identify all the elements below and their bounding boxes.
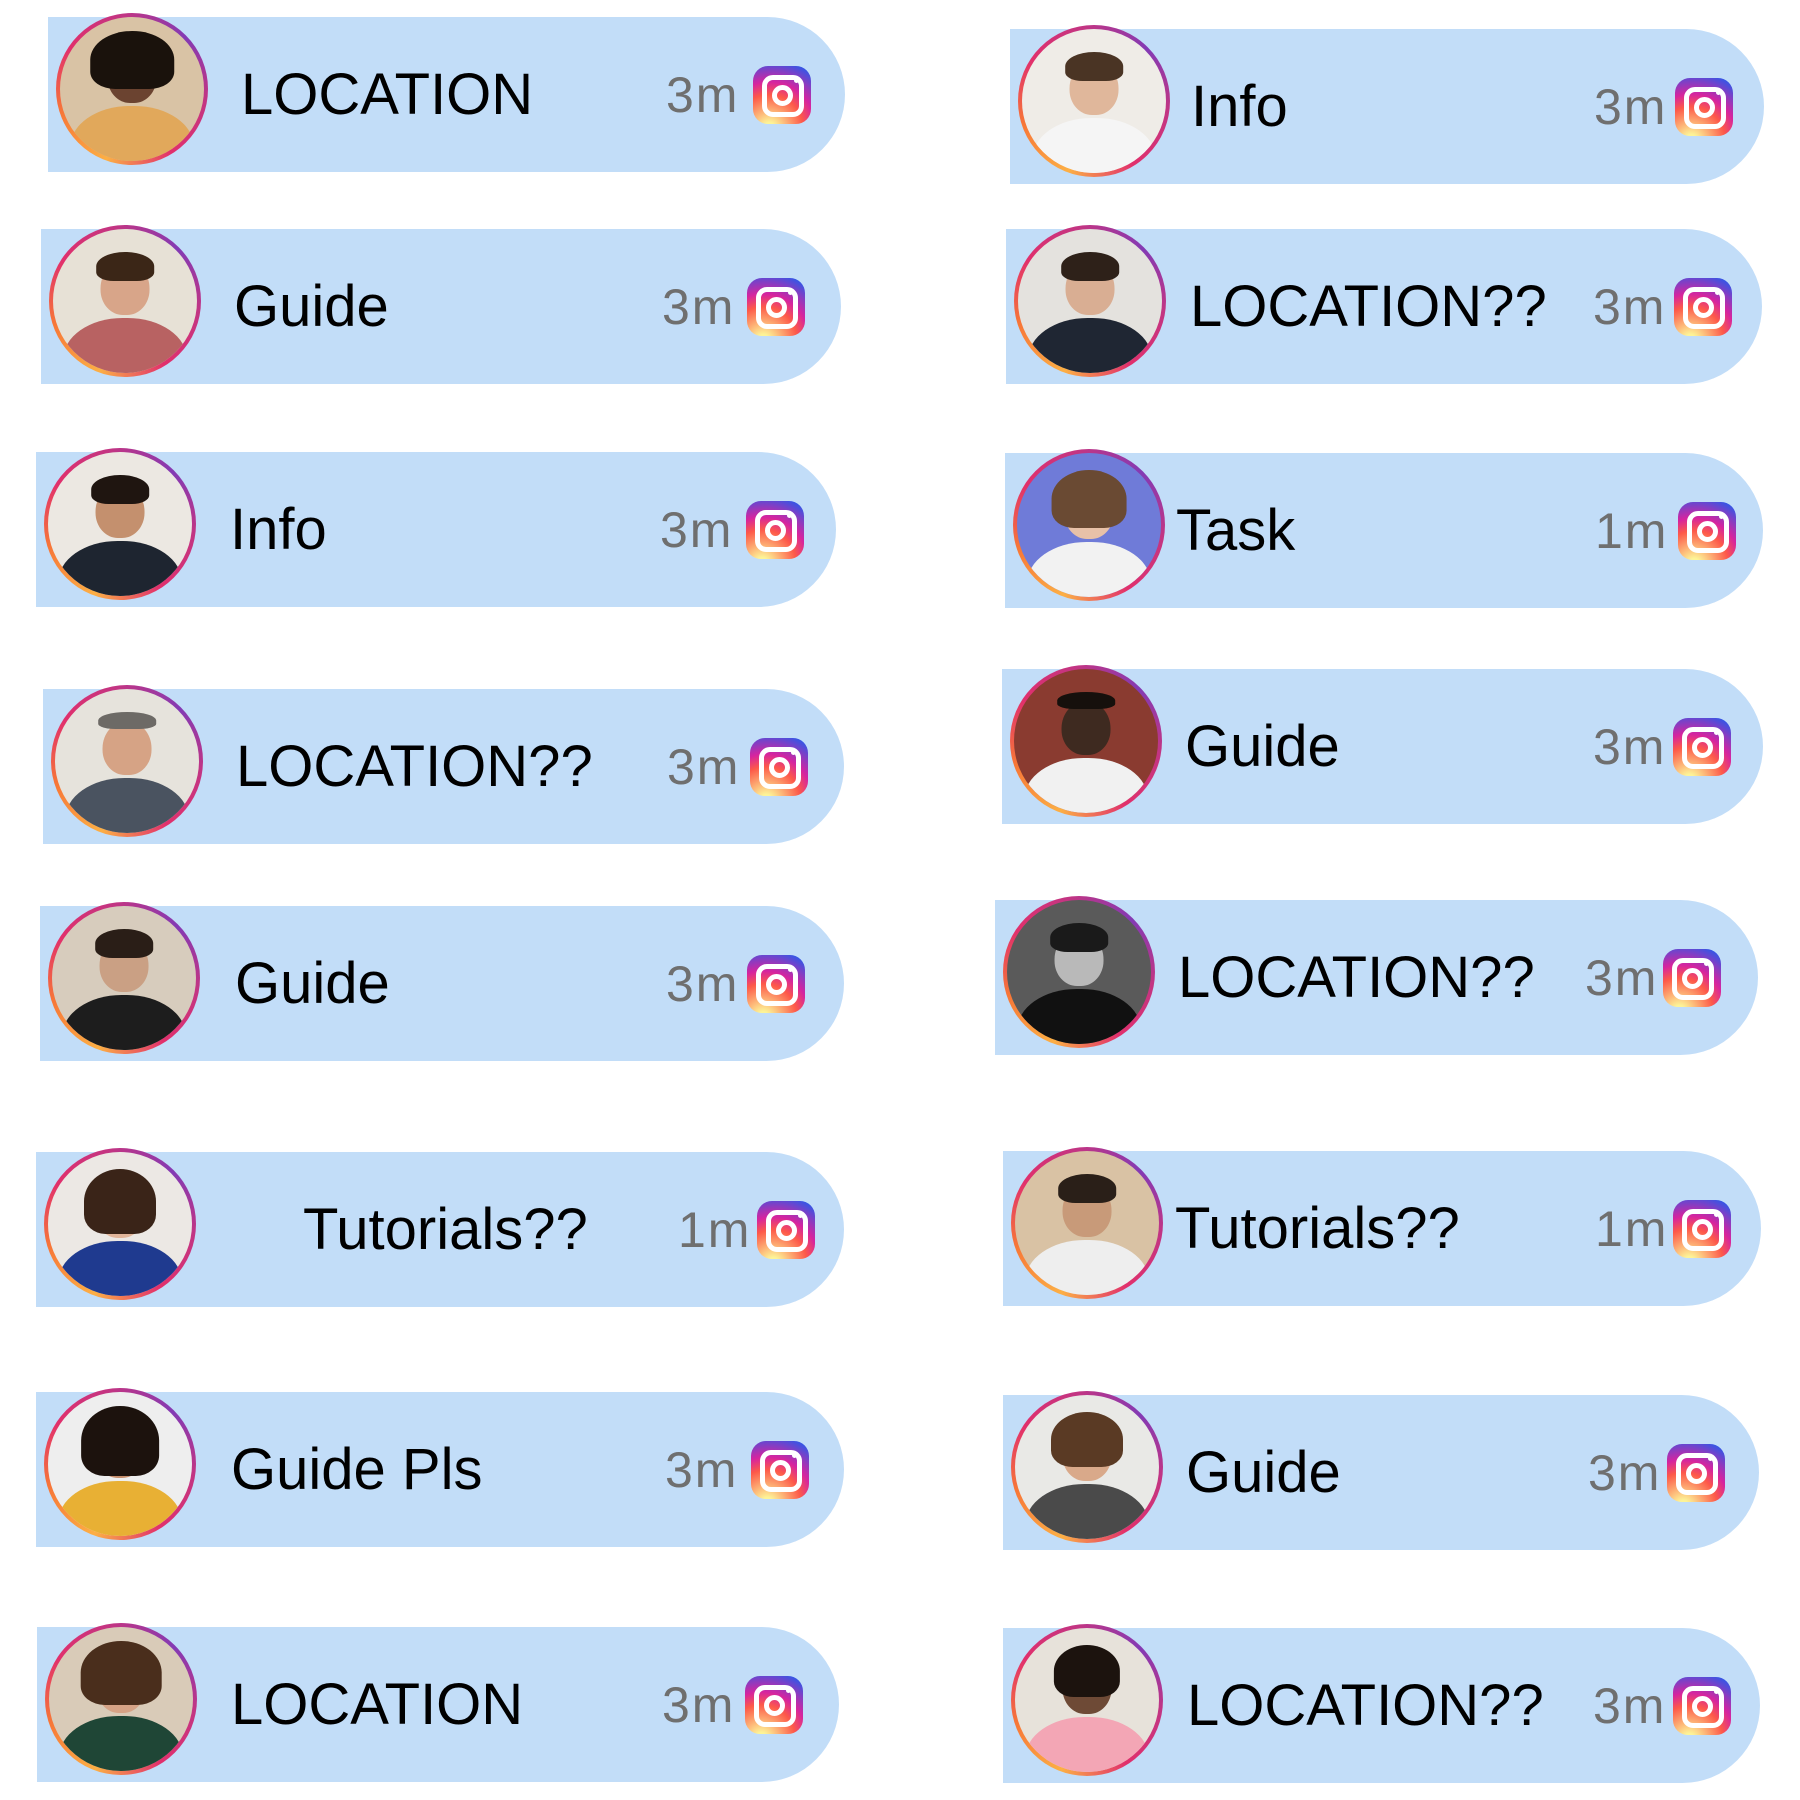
notification-item[interactable]: LOCATION?? 3m xyxy=(1003,1624,1760,1783)
avatar xyxy=(1013,449,1165,601)
notification-message: Info xyxy=(1191,73,1288,139)
notification-message: Guide xyxy=(1185,713,1340,779)
avatar xyxy=(1014,225,1166,377)
notification-message: LOCATION?? xyxy=(1178,944,1535,1010)
instagram-icon xyxy=(753,65,811,124)
notification-message: Guide xyxy=(1186,1439,1341,1505)
notification-message: LOCATION xyxy=(231,1671,524,1737)
avatar xyxy=(44,1148,196,1300)
instagram-icon xyxy=(1663,948,1721,1007)
notification-message: LOCATION?? xyxy=(236,733,593,799)
instagram-icon xyxy=(745,1675,803,1734)
avatar xyxy=(1010,665,1162,817)
notification-time: 3m xyxy=(662,1676,736,1733)
avatar xyxy=(1011,1391,1163,1543)
notification-item[interactable]: LOCATION?? 3m xyxy=(43,685,844,844)
instagram-icon xyxy=(1678,501,1736,560)
notification-time: 3m xyxy=(1594,78,1668,135)
instagram-icon xyxy=(1673,1676,1731,1735)
notification-item[interactable]: Guide 3m xyxy=(41,225,841,384)
avatar xyxy=(48,902,200,1054)
avatar xyxy=(49,225,201,377)
notification-time: 3m xyxy=(660,501,734,558)
notification-time: 3m xyxy=(662,278,736,335)
notification-message: Tutorials?? xyxy=(1175,1195,1460,1261)
notification-message: Tutorials?? xyxy=(303,1196,588,1262)
notification-item[interactable]: Guide 3m xyxy=(1002,665,1763,824)
notification-time: 3m xyxy=(666,955,740,1012)
instagram-icon xyxy=(757,1200,815,1259)
notification-time: 1m xyxy=(1595,502,1669,559)
notification-time: 3m xyxy=(1585,949,1659,1006)
avatar xyxy=(44,1388,196,1540)
notification-time: 1m xyxy=(678,1201,752,1258)
notification-message: Task xyxy=(1176,497,1296,563)
notification-item[interactable]: Task 1m xyxy=(1005,449,1763,608)
notification-item[interactable]: LOCATION 3m xyxy=(37,1623,839,1782)
instagram-icon xyxy=(746,500,804,559)
notification-time: 3m xyxy=(1593,278,1667,335)
notification-item[interactable]: Guide Pls 3m xyxy=(36,1388,844,1547)
notification-message: Guide xyxy=(234,273,389,339)
avatar xyxy=(1011,1624,1163,1776)
notification-item[interactable]: LOCATION?? 3m xyxy=(1006,225,1762,384)
instagram-icon xyxy=(1673,717,1731,776)
instagram-icon xyxy=(751,1440,809,1499)
notification-time: 3m xyxy=(1593,718,1667,775)
avatar xyxy=(1011,1147,1163,1299)
notification-message: Guide Pls xyxy=(231,1436,483,1502)
instagram-icon xyxy=(1675,77,1733,136)
notification-item[interactable]: Tutorials?? 1m xyxy=(1003,1147,1761,1306)
notification-item[interactable]: LOCATION 3m xyxy=(48,13,845,172)
instagram-icon xyxy=(747,954,805,1013)
instagram-icon xyxy=(750,737,808,796)
notification-message: LOCATION?? xyxy=(1187,1672,1544,1738)
notification-canvas: { "notifications": [ {"message": "LOCATI… xyxy=(0,0,1800,1800)
avatar xyxy=(51,685,203,837)
instagram-icon xyxy=(747,277,805,336)
notification-message: LOCATION?? xyxy=(1190,273,1547,339)
avatar xyxy=(45,1623,197,1775)
notification-item[interactable]: Guide 3m xyxy=(1003,1391,1759,1550)
notification-item[interactable]: Info 3m xyxy=(36,448,836,607)
avatar xyxy=(56,13,208,165)
notification-message: Guide xyxy=(235,950,390,1016)
notification-message: Info xyxy=(230,496,327,562)
notification-time: 3m xyxy=(1593,1677,1667,1734)
notification-item[interactable]: Info 3m xyxy=(1010,25,1764,184)
notification-message: LOCATION xyxy=(241,61,534,127)
instagram-icon xyxy=(1667,1443,1725,1502)
notification-item[interactable]: Guide 3m xyxy=(40,902,844,1061)
avatar xyxy=(44,448,196,600)
instagram-icon xyxy=(1673,1199,1731,1258)
avatar xyxy=(1003,896,1155,1048)
instagram-icon xyxy=(1674,277,1732,336)
avatar xyxy=(1018,25,1170,177)
notification-time: 3m xyxy=(1588,1444,1662,1501)
notification-time: 1m xyxy=(1595,1200,1669,1257)
notification-time: 3m xyxy=(667,738,741,795)
notification-time: 3m xyxy=(665,1441,739,1498)
notification-item[interactable]: LOCATION?? 3m xyxy=(995,896,1758,1055)
notification-time: 3m xyxy=(666,66,740,123)
notification-item[interactable]: Tutorials?? 1m xyxy=(36,1148,844,1307)
